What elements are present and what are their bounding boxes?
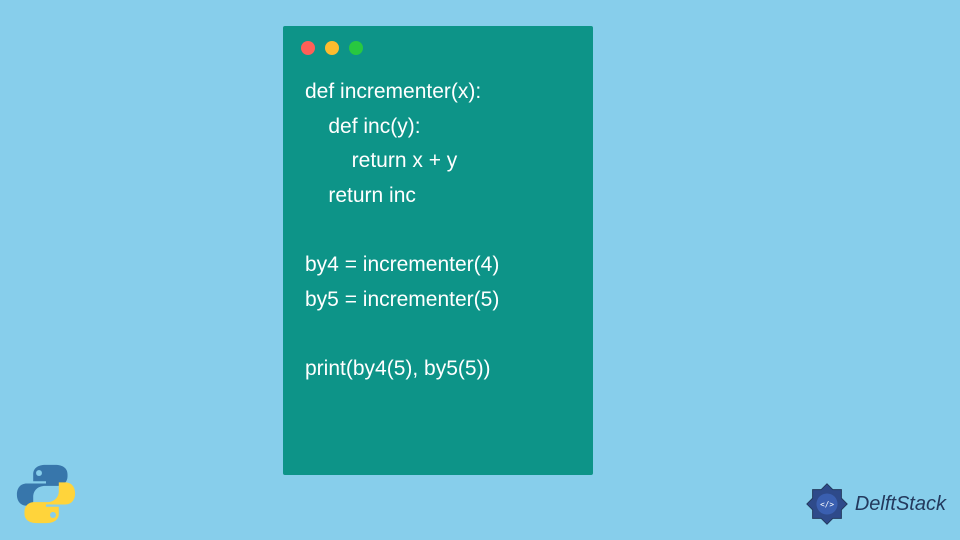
code-line: by4 = incrementer(4) [305,253,499,276]
code-line: return x + y [305,149,457,172]
code-content: def incrementer(x): def inc(y): return x… [283,63,593,387]
code-window: def incrementer(x): def inc(y): return x… [283,26,593,475]
close-dot-icon [301,41,315,55]
code-line: def incrementer(x): [305,80,481,103]
minimize-dot-icon [325,41,339,55]
code-line: def inc(y): [305,115,421,138]
code-line: by5 = incrementer(5) [305,288,499,311]
code-line: print(by4(5), by5(5)) [305,357,491,380]
python-logo-icon [14,462,78,526]
delftstack-badge-icon: </> [803,480,851,528]
code-line: return inc [305,184,416,207]
brand-name: DelftStack [855,493,946,516]
window-controls [283,26,593,63]
maximize-dot-icon [349,41,363,55]
delftstack-logo: </> DelftStack [803,480,946,528]
svg-text:</>: </> [820,500,834,509]
